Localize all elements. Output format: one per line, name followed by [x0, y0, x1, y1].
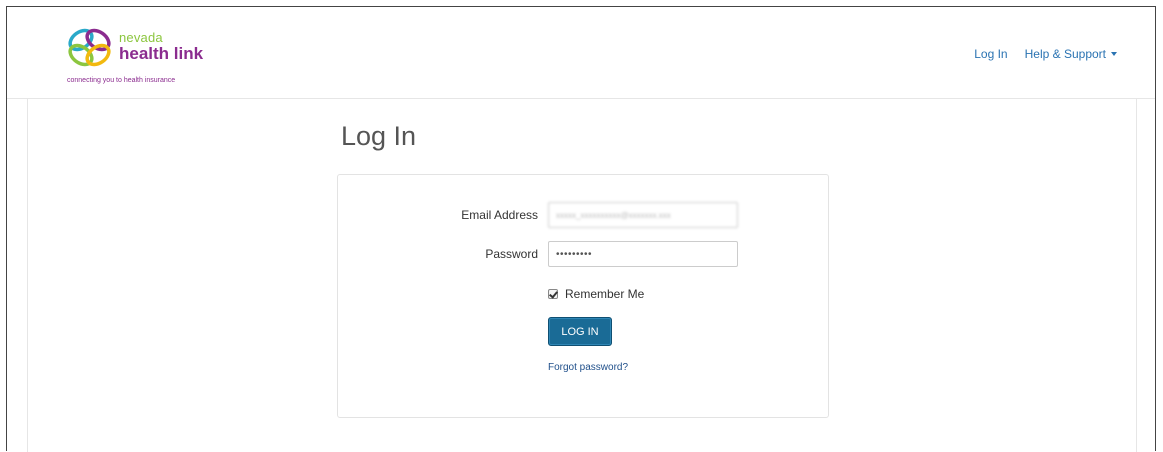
- password-row: Password: [338, 241, 828, 267]
- top-nav: Log In Help & Support: [974, 47, 1117, 61]
- nav-login-link[interactable]: Log In: [974, 47, 1007, 61]
- email-field[interactable]: [548, 202, 738, 228]
- password-field[interactable]: [548, 241, 738, 267]
- site-header: nevada health link connecting you to hea…: [7, 7, 1155, 99]
- email-row: Email Address: [338, 202, 828, 228]
- remember-me-row: Remember Me: [548, 287, 644, 301]
- logo-knot-icon: [68, 28, 111, 67]
- remember-me-label: Remember Me: [565, 287, 645, 301]
- browser-frame: nevada health link connecting you to hea…: [6, 6, 1156, 452]
- email-label: Email Address: [461, 208, 538, 222]
- logo-tagline: connecting you to health insurance: [67, 77, 176, 84]
- site-logo[interactable]: nevada health link connecting you to hea…: [65, 23, 265, 89]
- main-content: Log In Email Address Password Remember M…: [27, 99, 1137, 452]
- remember-me-checkbox[interactable]: [548, 289, 558, 299]
- password-label: Password: [485, 247, 538, 261]
- nav-help-support-dropdown[interactable]: Help & Support: [1025, 47, 1117, 61]
- forgot-password-link[interactable]: Forgot password?: [548, 362, 628, 373]
- login-panel: Email Address Password Remember Me LOG I…: [337, 174, 829, 418]
- login-button[interactable]: LOG IN: [548, 317, 612, 346]
- logo-text-nevada: nevada: [119, 30, 163, 45]
- caret-down-icon: [1111, 52, 1117, 56]
- nav-help-label: Help & Support: [1024, 47, 1106, 61]
- logo-text-health-link: health link: [119, 44, 204, 63]
- page-title: Log In: [341, 121, 417, 151]
